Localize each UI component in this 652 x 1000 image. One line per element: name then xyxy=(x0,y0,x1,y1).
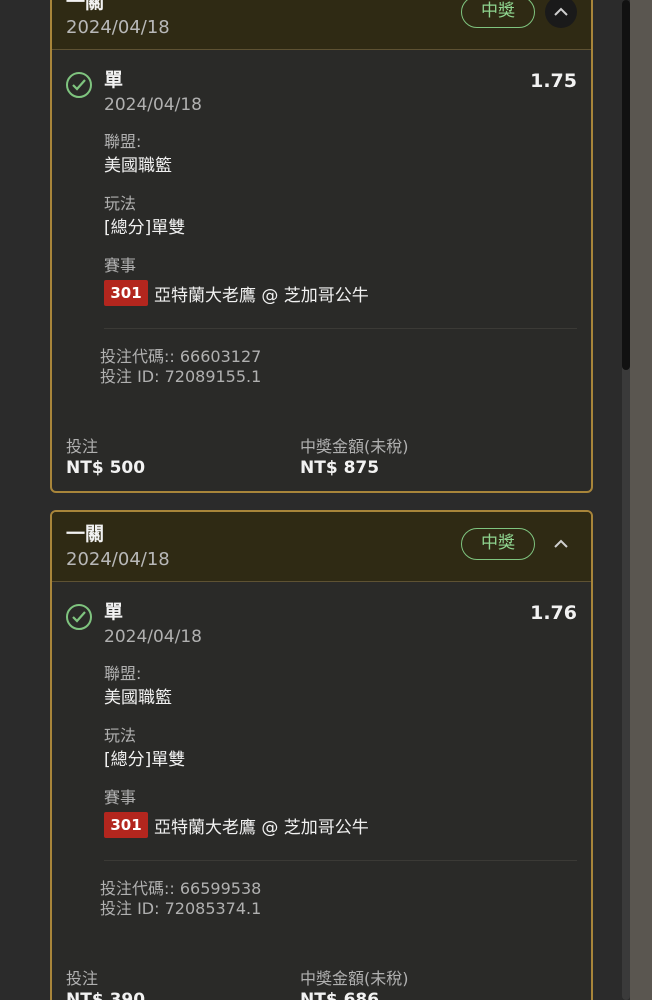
bet-code: 投注代碼:: 66603127 xyxy=(100,347,262,366)
bet-totals: 投注 NT$ 390 中獎金額(未稅) NT$ 686 xyxy=(66,969,577,1000)
selection-date: 2024/04/18 xyxy=(104,95,202,115)
bet-totals: 投注 NT$ 500 中獎金額(未稅) NT$ 875 xyxy=(66,437,577,491)
bet-card: 一關 2024/04/18 中獎 1.75 單 2024/04/18 聯盟: 美… xyxy=(50,0,593,493)
play-label: 玩法 xyxy=(104,726,137,745)
bet-codes: 投注代碼:: 66599538 投注 ID: 72085374.1 xyxy=(100,879,577,919)
selection-name: 單 xyxy=(104,601,124,623)
selection-block: 單 2024/04/18 聯盟: 美國職籃 玩法 [總分]單雙 賽事 301 亞… xyxy=(104,68,577,306)
check-circle-icon xyxy=(66,604,92,630)
event-id-badge: 301 xyxy=(104,812,148,838)
league-value: 美國職籃 xyxy=(104,688,172,708)
odds-value: 1.75 xyxy=(530,70,577,92)
bet-card-body: 1.75 單 2024/04/18 聯盟: 美國職籃 玩法 [總分]單雙 賽事 … xyxy=(52,50,591,491)
stake-label: 投注 xyxy=(66,969,99,988)
check-circle-icon xyxy=(66,72,92,98)
bet-codes: 投注代碼:: 66603127 投注 ID: 72089155.1 xyxy=(100,347,577,387)
league-label: 聯盟: xyxy=(104,664,142,683)
payout-col: 中獎金額(未稅) NT$ 686 xyxy=(300,969,534,1000)
payout-label: 中獎金額(未稅) xyxy=(300,437,409,456)
divider xyxy=(104,328,577,329)
selection-date: 2024/04/18 xyxy=(104,627,202,647)
payout-col: 中獎金額(未稅) NT$ 875 xyxy=(300,437,534,479)
payout-value: NT$ 875 xyxy=(300,458,380,478)
stake-value: NT$ 500 xyxy=(66,458,146,478)
stake-label: 投注 xyxy=(66,437,99,456)
odds-value: 1.76 xyxy=(530,602,577,624)
bet-id: 投注 ID: 72085374.1 xyxy=(100,899,262,918)
divider xyxy=(104,860,577,861)
bet-card-header[interactable]: 一關 2024/04/18 中獎 xyxy=(52,512,591,582)
bet-card: 一關 2024/04/18 中獎 1.76 單 2024/04/18 聯盟: 美… xyxy=(50,510,593,1000)
stake-value: NT$ 390 xyxy=(66,990,146,1000)
league-value: 美國職籃 xyxy=(104,156,172,176)
stake-col: 投注 NT$ 500 xyxy=(66,437,300,479)
event-label: 賽事 xyxy=(104,256,137,275)
event-label: 賽事 xyxy=(104,788,137,807)
event-name: 亞特蘭大老鷹 @ 芝加哥公牛 xyxy=(154,817,369,838)
right-edge xyxy=(630,0,652,1000)
play-value: [總分]單雙 xyxy=(104,218,186,238)
scrollbar-thumb[interactable] xyxy=(622,0,630,370)
bet-card-header[interactable]: 一關 2024/04/18 中獎 xyxy=(52,0,591,50)
win-status-badge: 中獎 xyxy=(461,528,535,560)
play-label: 玩法 xyxy=(104,194,137,213)
play-value: [總分]單雙 xyxy=(104,750,186,770)
stake-col: 投注 NT$ 390 xyxy=(66,969,300,1000)
win-status-badge: 中獎 xyxy=(461,0,535,28)
payout-value: NT$ 686 xyxy=(300,990,380,1000)
bet-code: 投注代碼:: 66599538 xyxy=(100,879,262,898)
bet-id: 投注 ID: 72089155.1 xyxy=(100,367,262,386)
league-label: 聯盟: xyxy=(104,132,142,151)
payout-label: 中獎金額(未稅) xyxy=(300,969,409,988)
chevron-up-icon[interactable] xyxy=(545,528,577,560)
event-name: 亞特蘭大老鷹 @ 芝加哥公牛 xyxy=(154,285,369,306)
bet-history-page: 一關 2024/04/18 中獎 1.75 單 2024/04/18 聯盟: 美… xyxy=(0,0,652,1000)
event-id-badge: 301 xyxy=(104,280,148,306)
event-row: 301 亞特蘭大老鷹 @ 芝加哥公牛 xyxy=(104,812,577,838)
selection-block: 單 2024/04/18 聯盟: 美國職籃 玩法 [總分]單雙 賽事 301 亞… xyxy=(104,600,577,838)
bet-card-body: 1.76 單 2024/04/18 聯盟: 美國職籃 玩法 [總分]單雙 賽事 … xyxy=(52,582,591,1000)
event-row: 301 亞特蘭大老鷹 @ 芝加哥公牛 xyxy=(104,280,577,306)
selection-name: 單 xyxy=(104,69,124,91)
